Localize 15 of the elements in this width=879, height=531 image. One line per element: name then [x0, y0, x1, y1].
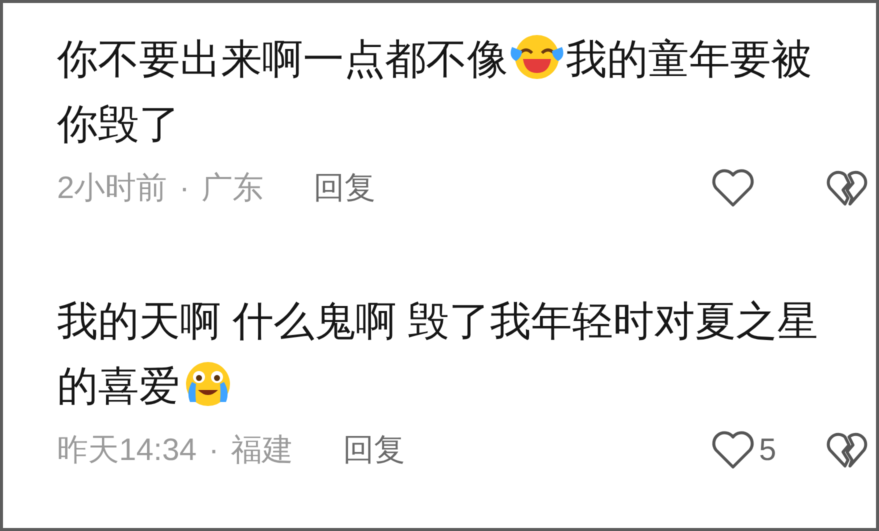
heart-icon[interactable] [711, 430, 755, 470]
comment-text: 你不要出来啊一点都不像 我的童年要被你毁了 [57, 27, 837, 157]
comment-time: 昨天14:34 [57, 430, 197, 469]
heart-icon[interactable] [711, 168, 755, 208]
comment-location: 广东 [202, 168, 264, 207]
comment-time: 2小时前 [57, 168, 168, 207]
separator-dot: · [208, 430, 219, 469]
comment-text: 我的天啊 什么鬼啊 毁了我年轻时对夏之星的喜爱 [57, 297, 819, 411]
reply-link[interactable]: 回复 [314, 164, 376, 212]
like-count: 5 [759, 430, 776, 469]
reply-link[interactable]: 回复 [342, 426, 405, 474]
broken-heart-icon[interactable] [825, 430, 869, 470]
separator-dot: · [179, 168, 190, 207]
comment-location: 福建 [230, 430, 293, 469]
broken-heart-icon[interactable] [825, 168, 869, 208]
